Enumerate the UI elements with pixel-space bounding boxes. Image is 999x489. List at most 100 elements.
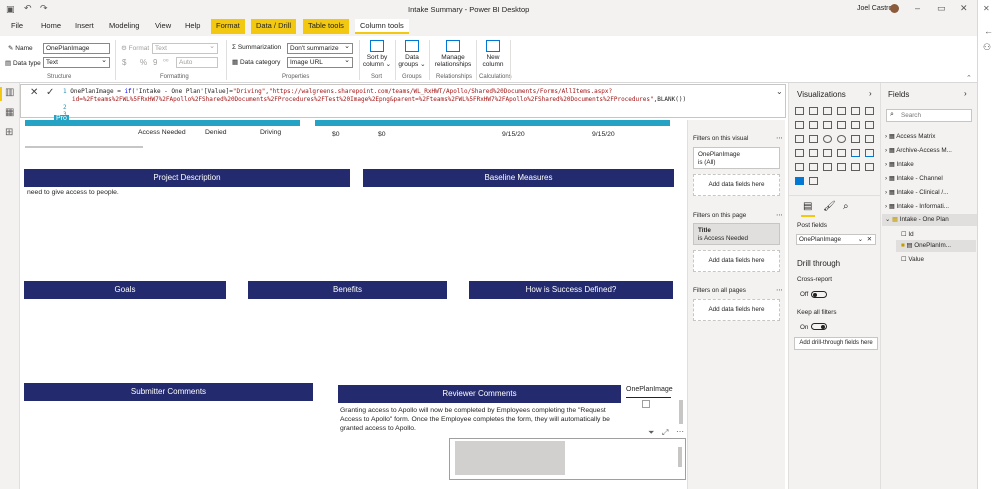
treemap-icon[interactable]: [851, 135, 860, 143]
field-id[interactable]: ☐ Id: [901, 231, 914, 238]
sort-by-column-button[interactable]: Sort by column ⌄: [362, 40, 392, 68]
table-intake-channel[interactable]: › ▦ Intake - Channel: [885, 175, 943, 182]
combo-chart-icon[interactable]: [837, 121, 846, 129]
remove-field-icon[interactable]: ✕: [867, 235, 872, 244]
focus-mode-icon[interactable]: ⤢: [662, 428, 668, 438]
filled-map-icon[interactable]: [795, 149, 804, 157]
tab-format[interactable]: Format: [211, 19, 245, 34]
field-value[interactable]: ☐ Value: [901, 256, 924, 263]
key-influencers-icon[interactable]: [823, 163, 832, 171]
table-intake-informatics[interactable]: › ▦ Intake - Informati...: [885, 203, 949, 210]
more-options-icon[interactable]: ⋯: [776, 286, 783, 294]
table-access-matrix[interactable]: › ▦ Access Matrix: [885, 133, 935, 140]
maximize-icon[interactable]: ▭: [937, 3, 946, 14]
chevron-down-icon[interactable]: ⌄: [858, 235, 863, 244]
add-page-filter-fields[interactable]: Add data fields here: [693, 250, 780, 272]
analytics-icon[interactable]: ⌕: [843, 201, 849, 212]
card-icon[interactable]: [823, 149, 832, 157]
collapse-pane-icon[interactable]: ›: [869, 89, 872, 98]
image-visual-icon[interactable]: [795, 177, 804, 185]
new-column-button[interactable]: New column: [479, 40, 507, 68]
decimals-stepper[interactable]: Auto: [176, 57, 218, 68]
more-options-icon[interactable]: ⋯: [776, 211, 783, 219]
close-icon[interactable]: ✕: [983, 4, 990, 13]
kpi-icon[interactable]: [837, 149, 846, 157]
tab-column-tools[interactable]: Column tools: [355, 19, 409, 34]
gauge-icon[interactable]: [809, 149, 818, 157]
tab-insert[interactable]: Insert: [75, 21, 94, 30]
filter-icon[interactable]: ⏷: [648, 428, 654, 438]
bar-100-icon[interactable]: [851, 107, 860, 115]
map-icon[interactable]: [865, 135, 874, 143]
horizontal-scrollbar[interactable]: [25, 146, 143, 148]
filter-card-oneplanimage[interactable]: OnePlanImage is (All): [693, 147, 780, 169]
add-visual-filter-fields[interactable]: Add data fields here: [693, 174, 780, 196]
selected-image-visual[interactable]: [449, 438, 686, 480]
undo-icon[interactable]: ↶: [24, 3, 32, 14]
data-groups-button[interactable]: Data groups ⌄: [398, 40, 426, 68]
waterfall-icon[interactable]: [865, 121, 874, 129]
collapse-ribbon-icon[interactable]: ⌃: [966, 74, 972, 82]
column-100-icon[interactable]: [865, 107, 874, 115]
paginated-icon[interactable]: [865, 163, 874, 171]
cancel-formula-icon[interactable]: ✕: [30, 87, 38, 98]
minimize-icon[interactable]: –: [915, 3, 920, 13]
donut-icon[interactable]: [837, 135, 846, 143]
vertical-scrollbar[interactable]: [679, 400, 683, 424]
funnel-icon[interactable]: [795, 135, 804, 143]
people-icon[interactable]: ⚇: [983, 42, 991, 53]
commit-formula-icon[interactable]: ✓: [46, 87, 54, 98]
format-select[interactable]: Text: [152, 42, 218, 54]
r-visual-icon[interactable]: [851, 149, 860, 157]
table-intake-one-plan[interactable]: ⌄ ▦ Intake - One Plan: [885, 216, 949, 223]
table-intake[interactable]: › ▦ Intake: [885, 161, 914, 168]
scatter-icon[interactable]: [809, 135, 818, 143]
model-view-icon[interactable]: ⊞: [5, 127, 13, 138]
category-select[interactable]: Image URL: [287, 56, 353, 68]
tab-modeling[interactable]: Modeling: [109, 21, 139, 30]
pie-icon[interactable]: [823, 135, 832, 143]
clustered-bar-icon[interactable]: [823, 107, 832, 115]
comma-icon[interactable]: 9: [153, 58, 157, 67]
data-view-icon[interactable]: ▦: [5, 107, 14, 118]
ribbon-chart-icon[interactable]: [851, 121, 860, 129]
name-input[interactable]: OnePlanImage: [43, 43, 110, 54]
table-intake-clinical[interactable]: › ▦ Intake - Clinical /...: [885, 189, 948, 196]
tab-data-drill[interactable]: Data / Drill: [251, 19, 297, 34]
stacked-bar-icon[interactable]: [795, 107, 804, 115]
cross-report-toggle[interactable]: [811, 291, 827, 298]
area-chart-icon[interactable]: [809, 121, 818, 129]
search-input[interactable]: [901, 111, 969, 120]
add-drill-through-fields[interactable]: Add drill-through fields here: [794, 337, 878, 350]
qa-icon[interactable]: [851, 163, 860, 171]
format-paint-icon[interactable]: 🖌: [823, 201, 836, 212]
redo-icon[interactable]: ↷: [40, 3, 48, 14]
manage-relationships-button[interactable]: Manage relationships: [432, 40, 474, 68]
collapse-pane-icon[interactable]: ›: [964, 89, 967, 98]
decomposition-tree-icon[interactable]: [837, 163, 846, 171]
datatype-select[interactable]: Text: [43, 56, 110, 68]
decimal-icon[interactable]: ⁰⁰: [163, 58, 169, 66]
tab-home[interactable]: Home: [41, 21, 61, 30]
line-chart-icon[interactable]: [795, 121, 804, 129]
clustered-column-icon[interactable]: [837, 107, 846, 115]
keep-filters-toggle[interactable]: [811, 323, 827, 330]
tab-view[interactable]: View: [155, 21, 171, 30]
stacked-column-icon[interactable]: [809, 107, 818, 115]
table-archive-access[interactable]: › ▦ Archive-Access M...: [885, 147, 952, 154]
fields-search[interactable]: ⌕: [886, 109, 972, 122]
stacked-area-icon[interactable]: [823, 121, 832, 129]
visual-scrollbar[interactable]: [678, 447, 682, 467]
formula-bar[interactable]: ✕ ✓ 1 OnePlanImage = if('Intake - One Pl…: [20, 84, 786, 118]
matrix-icon[interactable]: [809, 163, 818, 171]
add-report-filter-fields[interactable]: Add data fields here: [693, 299, 780, 321]
close-icon[interactable]: ✕: [960, 3, 968, 14]
summarization-select[interactable]: Don't summarize: [287, 42, 353, 54]
fields-well-icon[interactable]: ▤: [803, 201, 812, 212]
more-visuals-icon[interactable]: [809, 177, 818, 185]
python-visual-icon[interactable]: [865, 149, 874, 157]
expand-formula-icon[interactable]: ⌄: [776, 87, 783, 96]
tab-help[interactable]: Help: [185, 21, 200, 30]
more-options-icon[interactable]: ⋯: [776, 134, 783, 142]
table-icon[interactable]: [795, 163, 804, 171]
